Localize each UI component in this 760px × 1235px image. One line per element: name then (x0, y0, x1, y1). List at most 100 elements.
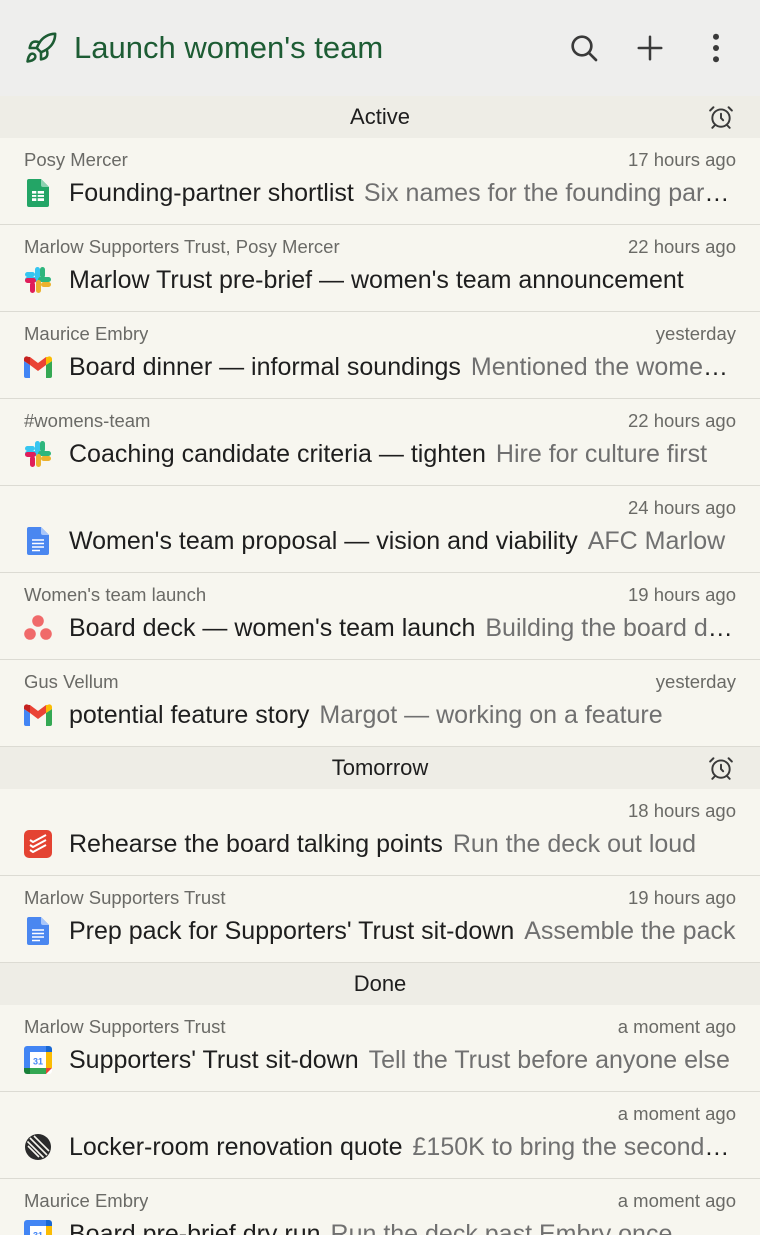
item-line: Coaching candidate criteria — tighten Hir… (69, 440, 736, 469)
item-timestamp: a moment ago (617, 1016, 736, 1037)
list-item[interactable]: 18 hours ago Rehearse the board talking p… (0, 789, 760, 876)
item-timestamp: a moment ago (617, 1190, 736, 1211)
alarm-clock-icon[interactable] (708, 755, 734, 781)
item-main: Board deck — women's team launch Building… (24, 611, 736, 645)
item-context: Marlow Supporters Trust (24, 1016, 226, 1037)
item-meta: a moment ago (24, 1103, 736, 1125)
item-title: potential feature story (69, 700, 310, 729)
docs-icon (24, 917, 52, 945)
list-item[interactable]: 24 hours ago Women's team proposal — visi… (0, 486, 760, 573)
item-title: Coaching candidate criteria — tighten (69, 439, 486, 468)
section-header-done: Done (0, 963, 760, 1005)
list-item[interactable]: Marlow Supporters Trust, Posy Mercer 22 h… (0, 225, 760, 312)
item-preview: AFC Marlow (587, 526, 726, 555)
list-item[interactable]: Gus Vellum yesterday potential feature sto… (0, 660, 760, 747)
section-label: Tomorrow (331, 755, 429, 780)
linear-icon (24, 1133, 52, 1161)
item-timestamp: a moment ago (617, 1103, 736, 1124)
item-meta: Maurice Embry a moment ago (24, 1190, 736, 1212)
item-preview: Hire for culture first (495, 439, 708, 468)
item-meta: Posy Mercer 17 hours ago (24, 149, 736, 171)
list-item[interactable]: Marlow Supporters Trust a moment ago 31 Sup… (0, 1005, 760, 1092)
item-title: Board deck — women's team launch (69, 613, 476, 642)
item-title: Supporters' Trust sit-down (69, 1045, 359, 1074)
item-timestamp: 17 hours ago (627, 149, 736, 170)
item-timestamp: 19 hours ago (627, 584, 736, 605)
svg-text:31: 31 (33, 1231, 43, 1235)
calendar-icon: 31 (24, 1220, 52, 1235)
item-main: Board dinner — informal soundings Mention… (24, 350, 736, 384)
item-title: Founding-partner shortlist (69, 178, 354, 207)
list-item[interactable]: Maurice Embry yesterday Board dinner — inf… (0, 312, 760, 399)
item-line: Prep pack for Supporters' Trust sit-down… (69, 917, 736, 946)
item-line: Marlow Trust pre-brief — women's team an… (69, 266, 736, 295)
list-item[interactable]: #womens-team 22 hours ago Coaching candida… (0, 399, 760, 486)
calendar-icon: 31 (24, 1046, 52, 1074)
item-preview: Assemble the pack (524, 916, 736, 945)
search-icon[interactable] (564, 28, 604, 68)
item-main: 31 Board pre-brief dry run Run the deck pa… (24, 1217, 736, 1235)
item-line: Women's team proposal — vision and viabi… (69, 527, 736, 556)
item-line: potential feature story Margot — working … (69, 701, 736, 730)
item-main: Founding-partner shortlist Six names for … (24, 176, 736, 210)
item-meta: #womens-team 22 hours ago (24, 410, 736, 432)
item-meta: Marlow Supporters Trust 19 hours ago (24, 887, 736, 909)
page-title: Launch women's team (74, 30, 384, 65)
item-main: potential feature story Margot — working … (24, 698, 736, 732)
list-item[interactable]: Maurice Embry a moment ago 31 Board pre-bri… (0, 1179, 760, 1235)
item-title: Rehearse the board talking points (69, 829, 443, 858)
item-context: Maurice Embry (24, 323, 149, 344)
item-meta: Marlow Supporters Trust, Posy Mercer 22 h… (24, 236, 736, 258)
item-timestamp: 18 hours ago (627, 800, 736, 821)
item-timestamp: yesterday (655, 323, 736, 344)
item-preview: Six names for the founding partner role (363, 178, 736, 207)
docs-icon (24, 527, 52, 555)
item-preview: £150K to bring the second changing room (412, 1132, 736, 1161)
item-preview: Run the deck out loud (452, 829, 697, 858)
section-label: Done (353, 971, 407, 996)
gmail-icon (24, 701, 52, 729)
item-title: Prep pack for Supporters' Trust sit-down (69, 916, 515, 945)
list-item[interactable]: Posy Mercer 17 hours ago Founding-partner … (0, 138, 760, 225)
item-main: 31 Supporters' Trust sit-down Tell the Tru… (24, 1043, 736, 1077)
item-title: Locker-room renovation quote (69, 1132, 403, 1161)
list-item[interactable]: Marlow Supporters Trust 19 hours ago Prep … (0, 876, 760, 963)
item-context: Marlow Supporters Trust, Posy Mercer (24, 236, 340, 257)
gmail-icon (24, 353, 52, 381)
slack-icon (24, 266, 52, 294)
item-timestamp: 19 hours ago (627, 887, 736, 908)
item-meta: Gus Vellum yesterday (24, 671, 736, 693)
item-main: Marlow Trust pre-brief — women's team an… (24, 263, 736, 297)
item-timestamp: 22 hours ago (627, 236, 736, 257)
item-preview: Run the deck past Embry once (330, 1219, 673, 1235)
item-meta: Marlow Supporters Trust a moment ago (24, 1016, 736, 1038)
item-meta: Women's team launch 19 hours ago (24, 584, 736, 606)
item-line: Board deck — women's team launch Building… (69, 614, 736, 643)
item-main: Prep pack for Supporters' Trust sit-down… (24, 914, 736, 948)
section-label: Active (350, 104, 410, 129)
item-context: Marlow Supporters Trust (24, 887, 226, 908)
item-meta: Maurice Embry yesterday (24, 323, 736, 345)
plus-icon[interactable] (630, 28, 670, 68)
more-vertical-icon[interactable] (696, 28, 736, 68)
todoist-icon (24, 830, 52, 858)
item-line: Supporters' Trust sit-down Tell the Trust… (69, 1046, 736, 1075)
task-list: Active Posy Mercer 17 hours ago Founding-pa… (0, 96, 760, 1235)
item-title: Marlow Trust pre-brief — women's team an… (69, 265, 684, 294)
item-line: Founding-partner shortlist Six names for … (69, 179, 736, 208)
rocket-icon (24, 31, 58, 65)
list-item[interactable]: Women's team launch 19 hours ago Board dec… (0, 573, 760, 660)
slack-icon (24, 440, 52, 468)
section-header-active: Active (0, 96, 760, 138)
item-main: Locker-room renovation quote £150K to bri… (24, 1130, 736, 1164)
item-context: Gus Vellum (24, 671, 119, 692)
alarm-clock-icon[interactable] (708, 104, 734, 130)
app-header: Launch women's team (0, 0, 760, 96)
sheets-icon (24, 179, 52, 207)
item-timestamp: 22 hours ago (627, 410, 736, 431)
item-title: Board dinner — informal soundings (69, 352, 461, 381)
item-context: Maurice Embry (24, 1190, 149, 1211)
list-item[interactable]: a moment ago Locker-room renovation quote… (0, 1092, 760, 1179)
item-main: Coaching candidate criteria — tighten Hir… (24, 437, 736, 471)
item-main: Rehearse the board talking points Run the… (24, 827, 736, 861)
